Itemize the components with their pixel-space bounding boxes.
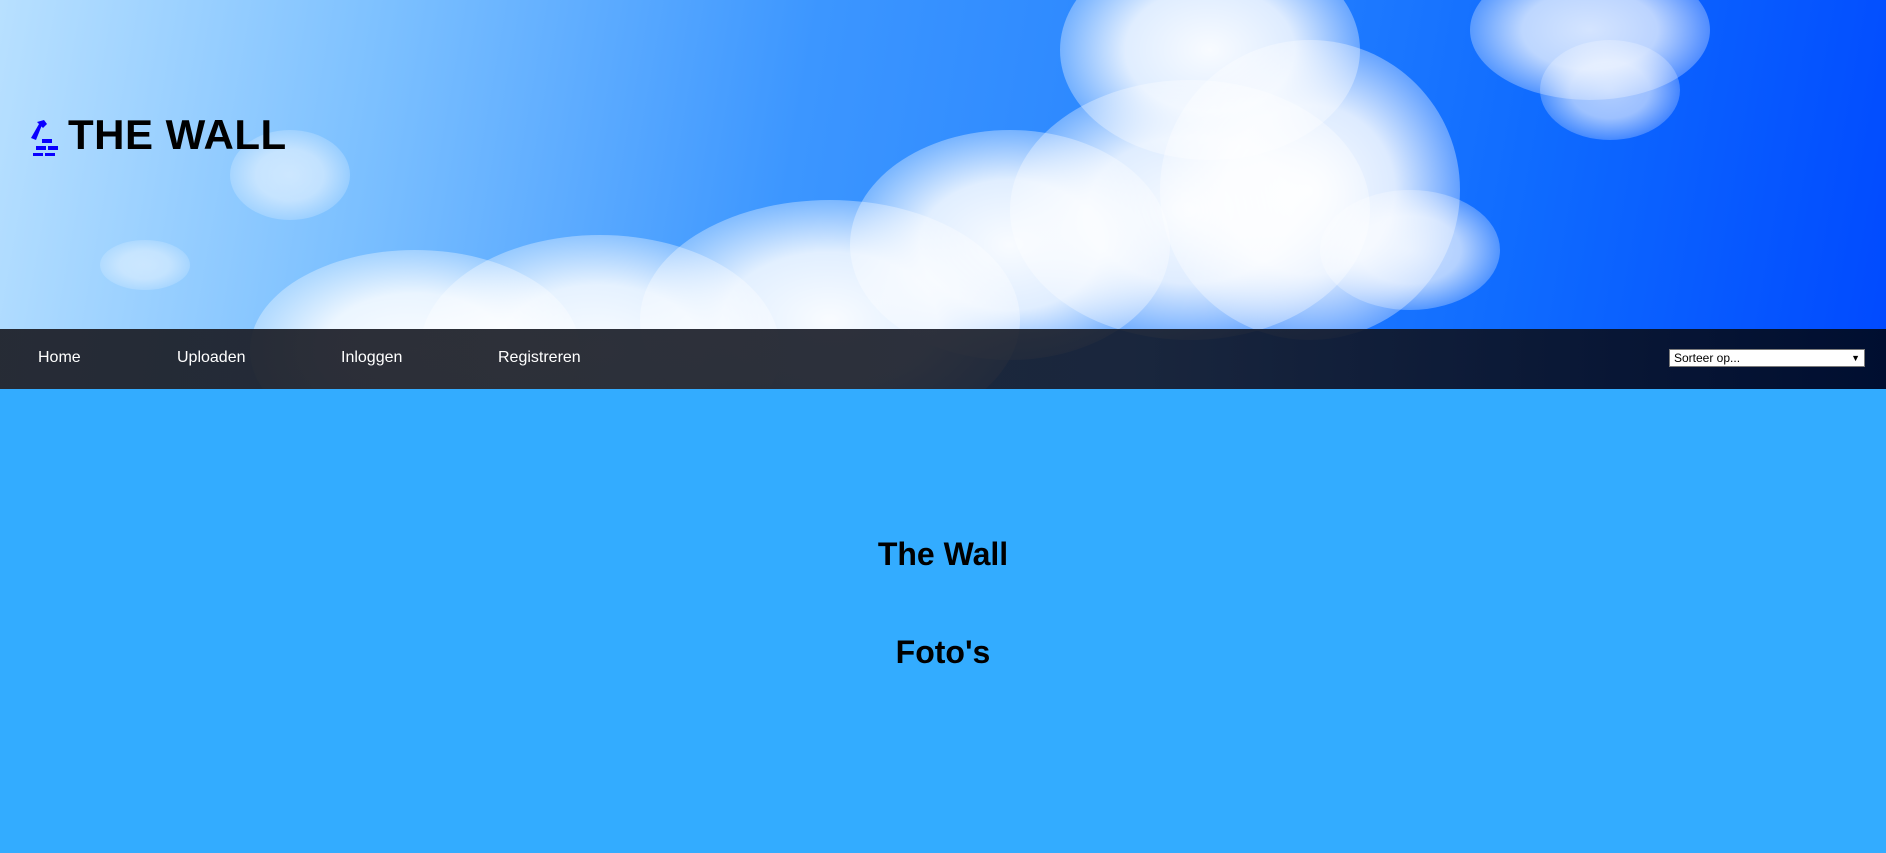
cloud (100, 240, 190, 290)
sort-dropdown[interactable]: Sorteer op... ▼ (1669, 349, 1865, 367)
page-title: The Wall (877, 536, 1009, 572)
sort-dropdown-value: Sorteer op... (1674, 351, 1741, 365)
nav-registreren[interactable]: Registreren (498, 329, 581, 389)
dropdown-arrow-icon: ▼ (1851, 353, 1860, 363)
site-logo[interactable]: THE WALL (28, 110, 287, 160)
nav-inloggen[interactable]: Inloggen (341, 329, 402, 389)
nav-uploaden[interactable]: Uploaden (177, 329, 246, 389)
section-title-photos: Foto's (895, 634, 991, 670)
main-navigation: Home Uploaden Inloggen Registreren (0, 329, 1886, 389)
cloud (1540, 40, 1680, 140)
brick-wall-trowel-icon (28, 114, 66, 156)
site-title: THE WALL (68, 111, 287, 158)
nav-home[interactable]: Home (38, 329, 81, 389)
cloud (1320, 190, 1500, 310)
